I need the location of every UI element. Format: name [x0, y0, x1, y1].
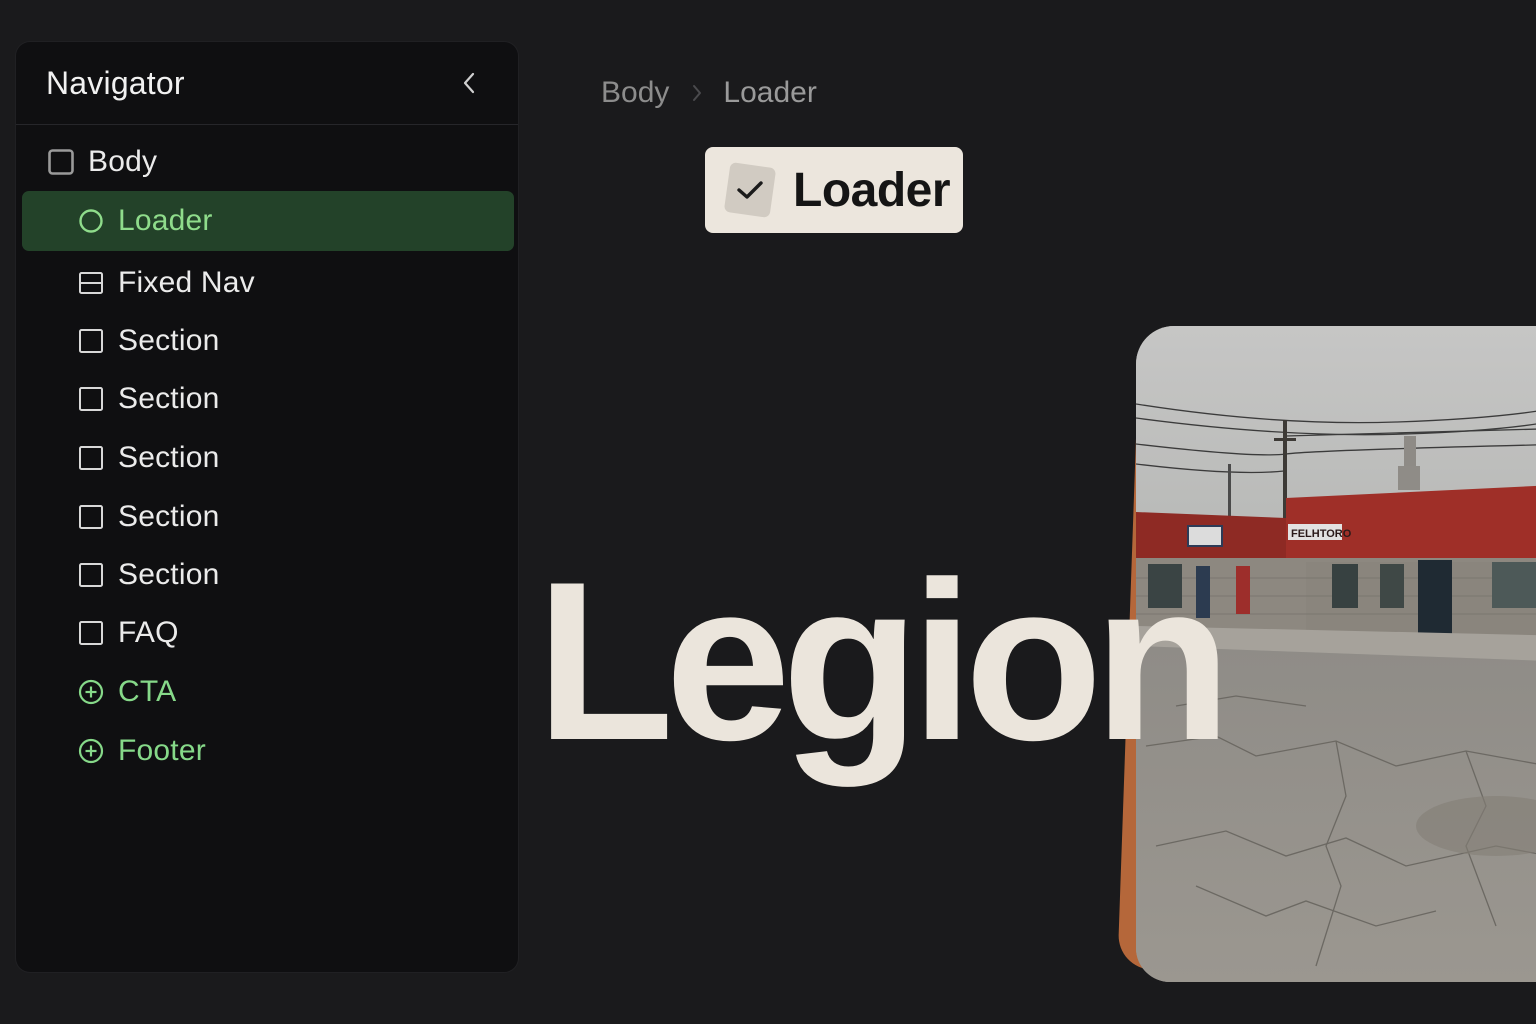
tree-item-label: Section — [118, 558, 220, 591]
navigator-header: Navigator — [16, 42, 518, 125]
tree-item-section[interactable]: Section — [16, 488, 518, 546]
square-outline-icon — [78, 386, 104, 412]
tree-item-fixed-nav[interactable]: Fixed Nav — [16, 254, 518, 312]
square-outline-icon — [78, 562, 104, 588]
tree-item-label: Section — [118, 382, 220, 415]
tree-item-label: Section — [118, 324, 220, 357]
split-rectangle-icon — [78, 270, 104, 296]
navigator-title: Navigator — [46, 65, 185, 101]
breadcrumb-item-loader[interactable]: Loader — [723, 76, 816, 110]
selected-element-badge[interactable]: Loader — [705, 147, 963, 233]
tree-item-cta[interactable]: CTA — [16, 663, 518, 721]
tree-item-section[interactable]: Section — [16, 370, 518, 428]
tree-item-label: Footer — [118, 734, 206, 767]
tree-item-footer[interactable]: Footer — [16, 722, 518, 780]
navigator-panel: Navigator Body Loader Fixed Nav Section … — [16, 42, 518, 972]
tree-item-label: CTA — [118, 675, 177, 708]
square-outline-icon — [78, 620, 104, 646]
tree-item-loader[interactable]: Loader — [22, 191, 514, 251]
selected-element-label: Loader — [793, 163, 951, 217]
shop-sign-text: FELHTORO — [1291, 528, 1352, 540]
checkbox-checked-icon — [723, 162, 777, 218]
hero-heading[interactable]: Legion — [536, 548, 1232, 774]
tree-item-label: Fixed Nav — [118, 266, 255, 299]
tree-item-label: Section — [118, 441, 220, 474]
tree-item-body[interactable]: Body — [16, 133, 518, 191]
breadcrumb-item-body[interactable]: Body — [601, 76, 669, 110]
tree-item-section[interactable]: Section — [16, 429, 518, 487]
tree-item-label: FAQ — [118, 616, 179, 649]
square-outline-icon — [78, 504, 104, 530]
plus-circle-icon — [78, 738, 104, 764]
tree-item-section[interactable]: Section — [16, 546, 518, 604]
tree-item-label: Section — [118, 500, 220, 533]
collapse-panel-button[interactable] — [454, 68, 484, 98]
circle-outline-icon — [78, 208, 104, 234]
tree-item-faq[interactable]: FAQ — [16, 604, 518, 662]
square-outline-icon — [78, 328, 104, 354]
plus-circle-icon — [78, 679, 104, 705]
chevron-right-icon — [691, 83, 703, 103]
tree-item-section[interactable]: Section — [16, 312, 518, 370]
breadcrumb: Body Loader — [601, 76, 817, 110]
square-outline-icon — [78, 445, 104, 471]
tree-item-label: Loader — [118, 204, 213, 237]
chevron-left-icon — [463, 72, 475, 94]
square-outline-icon — [48, 149, 74, 175]
tree-item-label: Body — [88, 145, 158, 178]
